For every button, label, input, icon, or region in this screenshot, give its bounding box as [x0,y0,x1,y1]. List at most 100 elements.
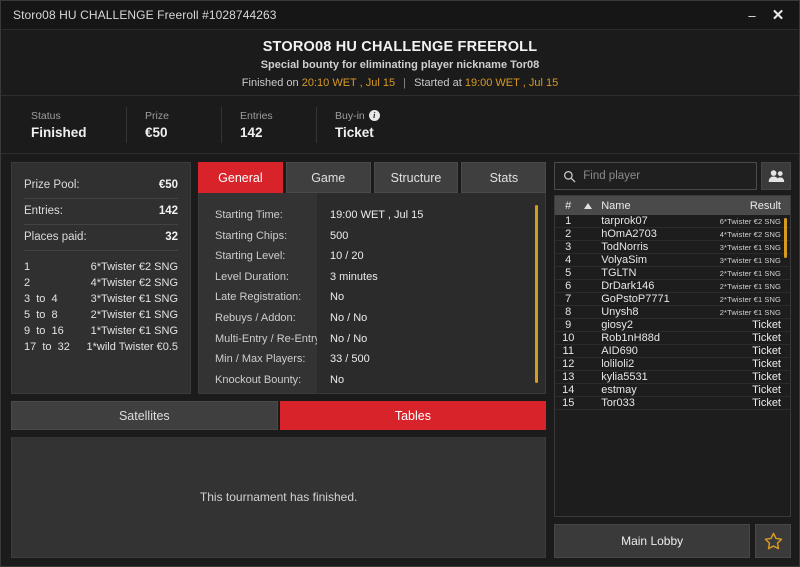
table-row[interactable]: 4 VolyaSim 3*Twister €1 SNG [555,254,790,267]
table-row[interactable]: 12 loliloli2 Ticket [555,358,790,371]
stat-value: €50 [145,124,168,140]
tournament-title: STORO08 HU CHALLENGE FREEROLL [262,38,538,55]
player-result: 4*Twister €2 SNG [719,229,781,239]
stat-value: Finished [31,124,87,140]
info-value: No / No [330,332,368,345]
info-label: Starting Time: [215,209,283,221]
player-name: TGLTN [601,267,637,279]
player-result: 6*Twister €2 SNG [719,216,781,226]
finished-time: 20:10 WET , Jul 15 [301,76,396,89]
payout-prize: 4*Twister €2 SNG [90,277,178,289]
tables-tab-strip: Satellites Tables [11,401,547,430]
player-result: 2*Twister €1 SNG [719,294,781,304]
people-icon-button[interactable] [761,162,791,190]
prize-summary-rows: Prize Pool: €50 Entries: 142 Places paid: 32 [24,173,178,251]
table-row[interactable]: 6 DrDark146 2*Twister €1 SNG [555,280,790,293]
column-header-result[interactable]: Result [698,200,790,212]
table-row[interactable]: 3 TodNorris 3*Twister €1 SNG [555,241,790,254]
player-name: giosy2 [601,319,634,331]
table-row[interactable]: 9 giosy2 Ticket [555,319,790,332]
player-result: 2*Twister €1 SNG [719,268,781,278]
tab-general[interactable]: General [198,162,283,193]
table-row[interactable]: 15 Tor033 Ticket [555,397,790,410]
tab-stats[interactable]: Stats [461,162,547,193]
main-lobby-button[interactable]: Main Lobby [554,524,750,558]
favourite-button[interactable] [755,524,791,558]
player-list-scrollbar-thumb[interactable] [784,218,787,258]
tab-structure[interactable]: Structure [373,162,459,193]
table-row[interactable]: 8 Unysh8 2*Twister €1 SNG [555,306,790,319]
payout-prize: 1*Twister €1 SNG [90,325,178,337]
general-scrollbar-thumb[interactable] [535,205,539,383]
info-value: 10 / 20 [330,250,364,263]
window-title: Storo08 HU CHALLENGE Freeroll #102874426… [13,8,277,22]
general-info-labels: Starting Time: Starting Chips: Starting Le… [199,193,323,393]
table-row[interactable]: 10 Rob1nH88d Ticket [555,332,790,345]
minimize-button[interactable]: – [745,9,759,22]
tab-game[interactable]: Game [285,162,371,193]
table-row[interactable]: 1 tarprok07 6*Twister €2 SNG [555,215,790,228]
stat-prize: Prize €50 [126,106,221,143]
payout-row: 3 to 4 3*Twister €1 SNG [24,292,178,306]
info-value: 3 minutes [330,270,378,283]
general-info-values: 19:00 WET , Jul 15 500 10 / 20 3 minutes No N… [317,193,546,393]
stat-label: Prize [145,109,169,122]
sort-ascending-icon[interactable] [581,202,595,209]
table-row[interactable]: 11 AID690 Ticket [555,345,790,358]
prize-row-label: Prize Pool: [24,179,80,191]
player-name: hOmA2703 [601,228,657,240]
player-result: 2*Twister €1 SNG [719,281,781,291]
payout-row: 5 to 8 2*Twister €1 SNG [24,308,178,322]
info-label: Rebuys / Addon: [215,311,296,324]
sub-tab-satellites[interactable]: Satellites [11,401,278,430]
player-rank: 15 [562,397,575,409]
player-rows-container: 1 tarprok07 6*Twister €2 SNG 2 hOmA2703 4*Twi… [555,215,790,410]
player-rank: 4 [565,254,572,266]
player-name: AID690 [601,345,638,357]
stat-label: Status [31,109,61,122]
info-label: Starting Chips: [215,229,288,242]
player-rank: 12 [562,358,575,370]
stat-value: Ticket [335,124,374,140]
player-result: Ticket [752,384,781,396]
player-result: Ticket [752,358,781,370]
info-icon[interactable]: i [368,110,380,121]
payout-prize: 3*Twister €1 SNG [90,293,178,305]
prize-row-label: Places paid: [24,231,87,243]
tournament-header: STORO08 HU CHALLENGE FREEROLL Special bo… [1,30,799,96]
info-value: No [330,373,345,386]
search-box[interactable] [554,162,757,190]
window-controls: – ✕ [745,8,791,23]
right-column: # Name Result 1 tarprok07 6*Twister €2 SNG… [554,162,791,558]
finished-label: Finished on [241,76,299,89]
info-value: 500 [330,229,349,242]
table-row[interactable]: 2 hOmA2703 4*Twister €2 SNG [555,228,790,241]
table-row[interactable]: 5 TGLTN 2*Twister €1 SNG [555,267,790,280]
column-header-name[interactable]: Name [595,200,698,212]
table-row[interactable]: 14 estmay Ticket [555,384,790,397]
search-input[interactable] [583,170,748,182]
payout-prize: 6*Twister €2 SNG [90,261,178,273]
player-rank: 11 [562,345,574,357]
prize-summary-row: Prize Pool: €50 [24,173,178,199]
search-icon [563,170,576,183]
player-result: Ticket [752,397,781,409]
player-rank: 10 [562,332,575,344]
payout-position: 9 to 16 [24,325,64,337]
column-header-rank[interactable]: # [555,200,581,212]
close-button[interactable]: ✕ [771,8,785,23]
player-rank: 1 [565,215,572,227]
stat-value: 142 [240,124,263,140]
table-row[interactable]: 13 kylia5531 Ticket [555,371,790,384]
stat-status: Status Finished [31,107,126,143]
info-tab-strip: General Game Structure Stats [198,162,547,193]
table-row[interactable]: 7 GoPstoP7771 2*Twister €1 SNG [555,293,790,306]
player-name: tarprok07 [601,215,648,227]
player-result: 2*Twister €1 SNG [719,307,781,317]
player-name: Tor033 [601,397,635,409]
summary-stats-bar: Status Finished Prize €50 Entries 142 Buy-in i T… [1,96,799,154]
tables-empty-message: This tournament has finished. [199,490,358,504]
sub-tab-tables[interactable]: Tables [279,401,547,430]
prize-row-label: Entries: [24,205,63,217]
payout-prize: 1*wild Twister €0.5 [86,341,178,353]
